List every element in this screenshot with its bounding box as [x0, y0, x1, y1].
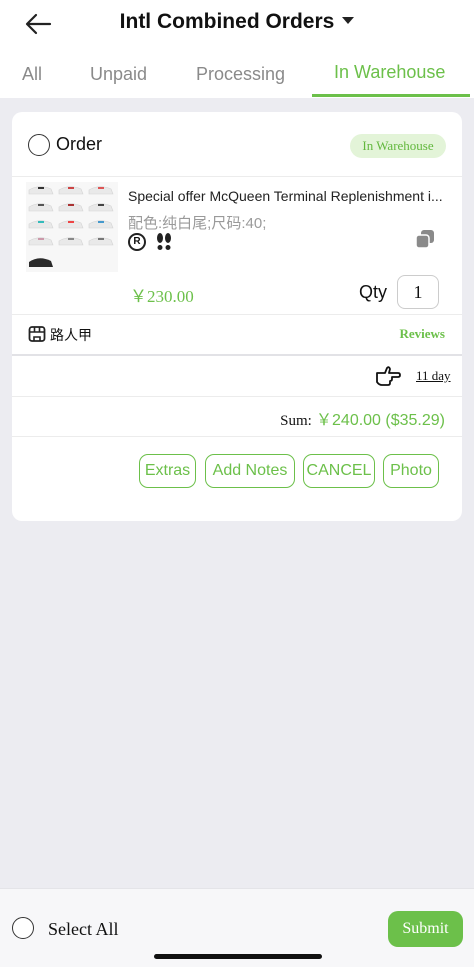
- reviews-link[interactable]: Reviews: [400, 326, 446, 342]
- dropdown-caret-icon: [342, 17, 355, 24]
- extras-button[interactable]: Extras: [139, 454, 196, 488]
- tab-all[interactable]: All: [22, 64, 42, 85]
- copy-icon[interactable]: [414, 228, 436, 250]
- title-dropdown[interactable]: Intl Combined Orders: [0, 10, 474, 38]
- order-title: Order: [56, 134, 102, 154]
- product-price: ￥230.00: [130, 287, 194, 306]
- tab-unpaid[interactable]: Unpaid: [90, 64, 147, 85]
- order-card: Order In Warehouse Special offer McQueen…: [12, 112, 462, 521]
- cancel-button[interactable]: CANCEL: [303, 454, 375, 488]
- processing-days: 11 day: [416, 368, 451, 383]
- divider: [12, 436, 462, 437]
- product-title[interactable]: Special offer McQueen Terminal Replenish…: [128, 188, 448, 204]
- registered-icon: R: [128, 233, 146, 251]
- pointing-hand-icon: [376, 366, 401, 386]
- order-select-radio[interactable]: [28, 134, 50, 156]
- active-tab-indicator: [312, 94, 470, 97]
- order-sum: Sum: ￥240.00 ($35.29): [280, 406, 445, 430]
- divider: [12, 396, 462, 397]
- photo-button[interactable]: Photo: [383, 454, 439, 488]
- shop-name[interactable]: 路人甲: [50, 325, 92, 345]
- top-bar: Intl Combined Orders All Unpaid Processi…: [0, 0, 474, 98]
- divider: [12, 176, 462, 177]
- sum-label: Sum:: [280, 413, 312, 429]
- divider: [12, 314, 462, 315]
- qty-label: Qty: [359, 282, 388, 302]
- tab-bar: All Unpaid Processing In Warehouse: [0, 58, 474, 98]
- select-all-radio[interactable]: [12, 917, 34, 939]
- tab-in-warehouse[interactable]: In Warehouse: [334, 62, 445, 83]
- divider: [12, 354, 462, 356]
- bottom-bar: Select All Submit: [0, 888, 474, 967]
- select-all-label[interactable]: Select All: [48, 919, 119, 940]
- sum-value: ￥240.00 ($35.29): [316, 412, 445, 429]
- tab-processing[interactable]: Processing: [196, 64, 285, 85]
- product-thumbnail[interactable]: [26, 182, 118, 272]
- shop-icon: [28, 326, 46, 342]
- qty-field[interactable]: 1: [397, 275, 439, 309]
- status-badge: In Warehouse: [350, 134, 446, 158]
- footprints-icon: [157, 233, 171, 250]
- add-notes-button[interactable]: Add Notes: [205, 454, 295, 488]
- product-spec: 配色:纯白尾;尺码:40;: [128, 215, 267, 232]
- page-title: Intl Combined Orders: [119, 10, 335, 33]
- home-indicator: [154, 954, 322, 959]
- submit-button[interactable]: Submit: [388, 911, 463, 947]
